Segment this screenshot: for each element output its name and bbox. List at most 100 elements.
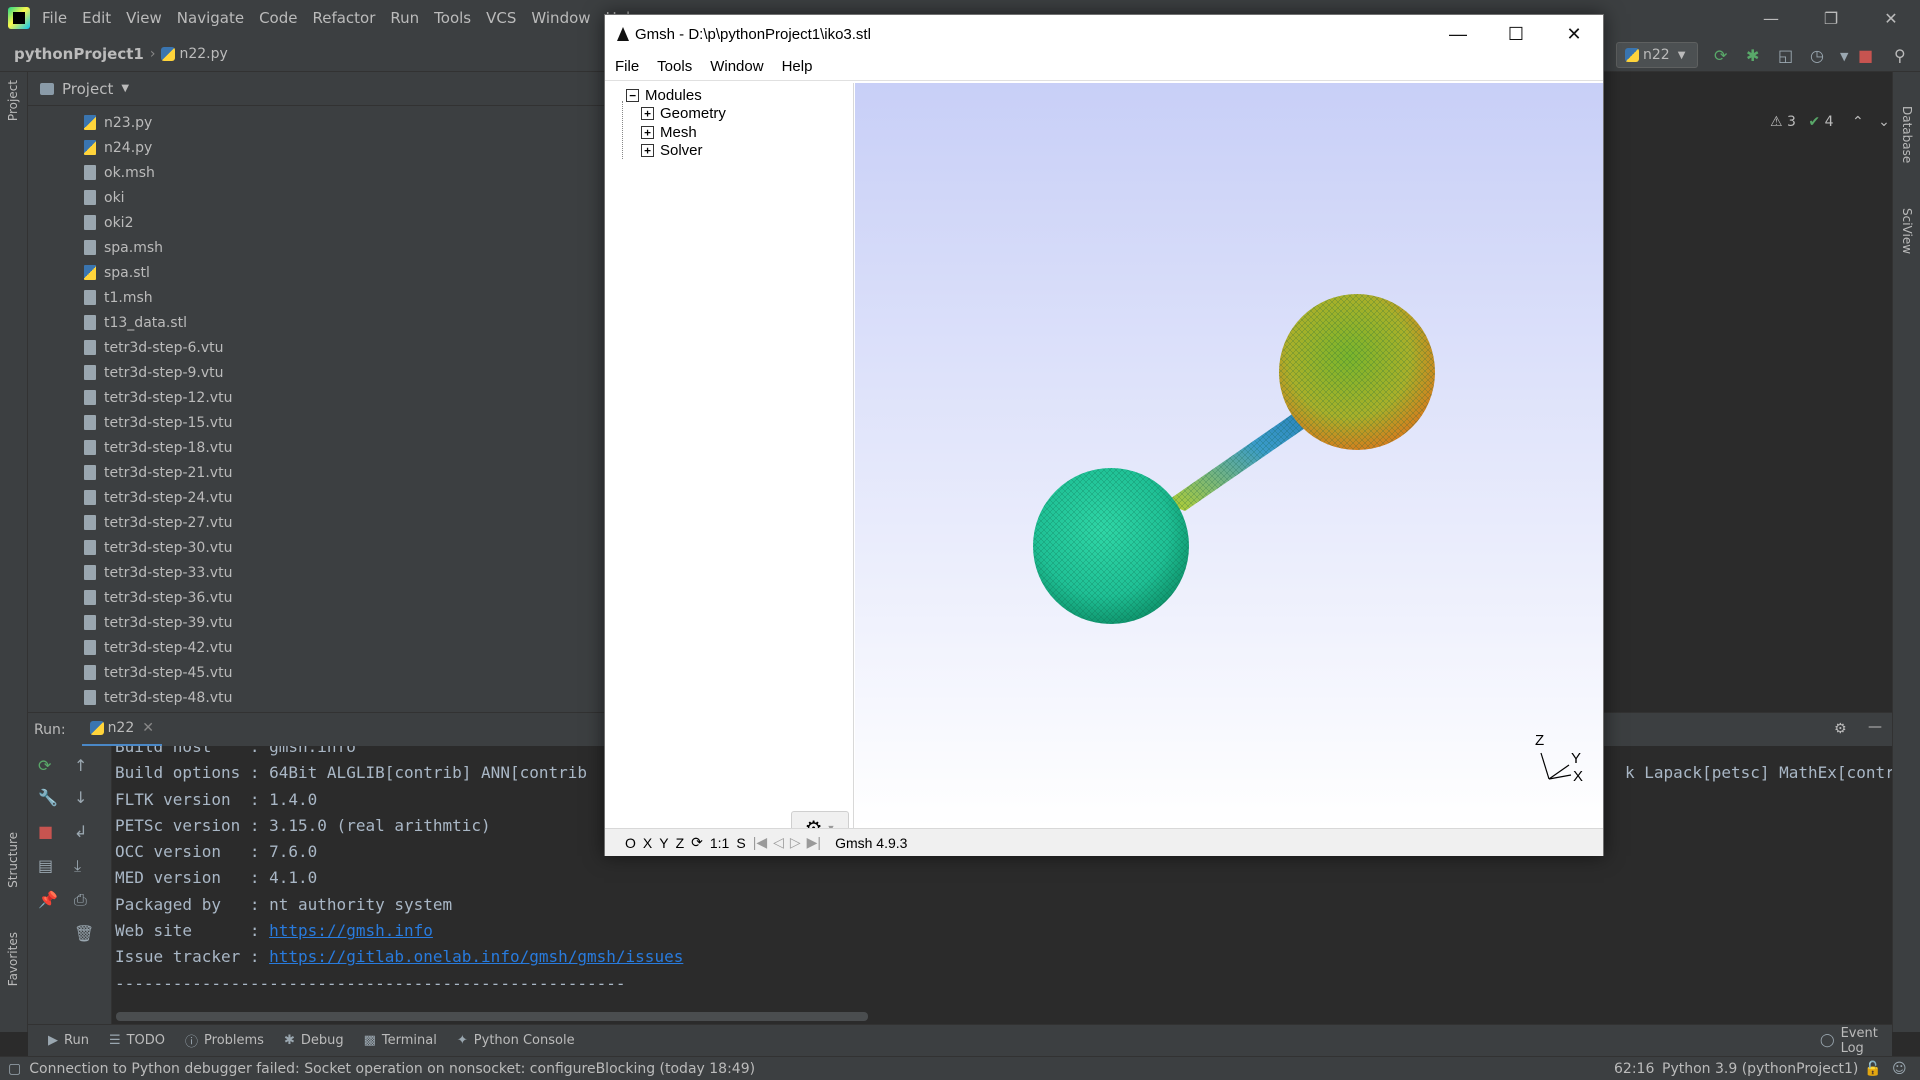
- menu-edit[interactable]: Edit: [82, 9, 111, 27]
- arrow-up-icon[interactable]: ↑: [74, 756, 87, 775]
- restore-button[interactable]: ❐: [1808, 0, 1854, 36]
- expand-icon[interactable]: +: [641, 106, 654, 120]
- profile-icon[interactable]: ◷: [1810, 46, 1824, 65]
- close-button[interactable]: ✕: [1868, 0, 1914, 36]
- file-tree-item[interactable]: tetr3d-step-45.vtu: [28, 660, 608, 685]
- menu-window[interactable]: Window: [531, 9, 590, 27]
- last-step-icon[interactable]: ▶|: [807, 834, 821, 851]
- cursor-position[interactable]: 62:16: [1614, 1061, 1654, 1077]
- stop-icon[interactable]: ■: [1858, 46, 1873, 65]
- menu-tools[interactable]: Tools: [434, 9, 471, 27]
- tab-python-console[interactable]: ✦ Python Console: [457, 1033, 575, 1048]
- graphics-viewport[interactable]: Z Y X: [855, 83, 1603, 828]
- trash-icon[interactable]: 🗑: [74, 924, 94, 943]
- lock-icon[interactable]: 🔓: [1864, 1061, 1881, 1077]
- file-tree-item[interactable]: n23.py: [28, 110, 608, 135]
- menu-vcs[interactable]: VCS: [486, 9, 516, 27]
- menu-run[interactable]: Run: [390, 9, 419, 27]
- file-tree-item[interactable]: tetr3d-step-33.vtu: [28, 560, 608, 585]
- gmsh-titlebar[interactable]: Gmsh - D:\p\pythonProject1\iko3.stl — ☐ …: [605, 15, 1603, 53]
- menu-code[interactable]: Code: [259, 9, 297, 27]
- close-icon[interactable]: ✕: [142, 720, 154, 736]
- file-tree-item[interactable]: t13_data.stl: [28, 310, 608, 335]
- menu-file[interactable]: File: [42, 9, 67, 27]
- file-tree-item[interactable]: spa.stl: [28, 260, 608, 285]
- gmsh-close-button[interactable]: ✕: [1545, 15, 1603, 53]
- wrench-icon[interactable]: 🔧: [38, 788, 58, 807]
- horizontal-scrollbar[interactable]: [116, 1012, 868, 1021]
- search-icon[interactable]: ⚲: [1894, 46, 1906, 65]
- view-z-button[interactable]: Z: [676, 835, 685, 851]
- breadcrumb-project[interactable]: pythonProject1: [14, 45, 144, 63]
- inspection-widget[interactable]: ⚠ 3 ✔ 4 ⌃ ⌄: [1770, 114, 1890, 130]
- scroll-to-end-icon[interactable]: ⤓: [74, 856, 81, 876]
- status-message[interactable]: Connection to Python debugger failed: So…: [29, 1061, 755, 1077]
- menu-view[interactable]: View: [126, 9, 162, 27]
- file-tree-item[interactable]: tetr3d-step-24.vtu: [28, 485, 608, 510]
- file-tree-item[interactable]: tetr3d-step-15.vtu: [28, 410, 608, 435]
- tree-node-geometry[interactable]: + Geometry: [641, 104, 726, 122]
- file-tree-item[interactable]: tetr3d-step-42.vtu: [28, 635, 608, 660]
- run-configuration-selector[interactable]: n22 ▼: [1616, 42, 1698, 68]
- tab-sciview[interactable]: SciView: [1900, 208, 1914, 254]
- file-tree-item[interactable]: tetr3d-step-6.vtu: [28, 335, 608, 360]
- file-tree-item[interactable]: tetr3d-step-18.vtu: [28, 435, 608, 460]
- hide-panel-icon[interactable]: —: [1868, 719, 1882, 735]
- menu-navigate[interactable]: Navigate: [177, 9, 244, 27]
- inspector-icon[interactable]: ☺: [1892, 1061, 1907, 1077]
- rerun-icon[interactable]: ⟳: [1714, 46, 1727, 65]
- file-tree-item[interactable]: tetr3d-step-39.vtu: [28, 610, 608, 635]
- tree-node-solver[interactable]: + Solver: [641, 141, 703, 159]
- arrow-down-icon[interactable]: ↓: [74, 788, 87, 807]
- tab-debug[interactable]: ✱ Debug: [284, 1033, 344, 1048]
- view-origin-button[interactable]: O: [625, 835, 636, 851]
- gmsh-menu-window[interactable]: Window: [710, 58, 763, 75]
- tab-database[interactable]: Database: [1900, 106, 1914, 163]
- console-link[interactable]: https://gmsh.info: [269, 921, 433, 940]
- interpreter-selector[interactable]: Python 3.9 (pythonProject1): [1662, 1061, 1858, 1077]
- gear-icon[interactable]: ⚙: [1834, 721, 1847, 737]
- view-y-button[interactable]: Y: [659, 835, 668, 851]
- tab-run[interactable]: ▶ Run: [48, 1033, 89, 1048]
- minimize-button[interactable]: —: [1748, 0, 1794, 36]
- file-tree-item[interactable]: tetr3d-step-12.vtu: [28, 385, 608, 410]
- console-link[interactable]: https://gitlab.onelab.info/gmsh/gmsh/iss…: [269, 947, 683, 966]
- print-icon[interactable]: ⎙: [74, 890, 87, 910]
- view-x-button[interactable]: X: [643, 835, 652, 851]
- chevron-up-icon[interactable]: ⌃: [1852, 114, 1864, 130]
- first-step-icon[interactable]: |◀: [753, 834, 767, 851]
- scale-1-1-button[interactable]: 1:1: [710, 835, 729, 851]
- chevron-down-icon[interactable]: ▼: [1840, 50, 1848, 63]
- code-editor[interactable]: [1600, 72, 1892, 682]
- gmsh-menu-help[interactable]: Help: [782, 58, 813, 75]
- play-icon[interactable]: ▷: [790, 834, 801, 851]
- file-tree-item[interactable]: oki: [28, 185, 608, 210]
- file-tree-item[interactable]: tetr3d-step-21.vtu: [28, 460, 608, 485]
- run-tab-n22[interactable]: n22 ✕: [81, 713, 162, 747]
- chevron-down-icon[interactable]: ⌄: [1878, 114, 1890, 130]
- prev-step-icon[interactable]: ◁: [773, 834, 784, 851]
- file-tree-item[interactable]: ok.msh: [28, 160, 608, 185]
- tab-problems[interactable]: ⓘ Problems: [185, 1031, 264, 1050]
- expand-icon[interactable]: +: [641, 125, 654, 139]
- tab-terminal[interactable]: ▩ Terminal: [364, 1033, 437, 1048]
- debug-icon[interactable]: ✱: [1746, 46, 1759, 65]
- panel-toggle-icon[interactable]: ▢: [8, 1061, 21, 1077]
- expand-icon[interactable]: +: [641, 143, 654, 157]
- collapse-icon[interactable]: −: [626, 88, 639, 102]
- breadcrumb-file[interactable]: n22.py: [179, 46, 227, 62]
- file-tree-item[interactable]: tetr3d-step-9.vtu: [28, 360, 608, 385]
- tab-project[interactable]: Project: [6, 80, 20, 121]
- tree-node-modules[interactable]: − Modules: [626, 86, 702, 104]
- soft-wrap-icon[interactable]: ↲: [74, 822, 87, 841]
- tab-favorites[interactable]: Favorites: [6, 932, 20, 986]
- gmsh-menu-tools[interactable]: Tools: [657, 58, 692, 75]
- pin-icon[interactable]: 📌: [38, 890, 58, 909]
- file-tree-item[interactable]: n24.py: [28, 135, 608, 160]
- file-tree-item[interactable]: tetr3d-step-27.vtu: [28, 510, 608, 535]
- layout-icon[interactable]: ▤: [38, 856, 53, 875]
- gmsh-menu-file[interactable]: File: [615, 58, 639, 75]
- file-tree-item[interactable]: spa.msh: [28, 235, 608, 260]
- gmsh-minimize-button[interactable]: —: [1429, 15, 1487, 53]
- rotate-icon[interactable]: ⟳: [691, 834, 703, 851]
